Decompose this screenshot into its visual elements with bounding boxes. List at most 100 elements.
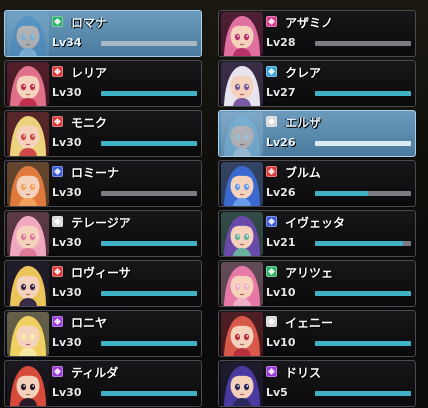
exp-bar	[315, 341, 411, 346]
character-name: モニク	[71, 116, 108, 130]
character-card-2[interactable]: レリア Lv30	[4, 60, 202, 107]
character-level: Lv28	[266, 36, 296, 49]
character-name: アリツェ	[285, 266, 334, 280]
exp-bar-fill	[315, 191, 368, 196]
exp-bar	[315, 141, 411, 146]
character-name: テレージア	[71, 216, 131, 230]
character-card-3[interactable]: エルザ Lv26	[218, 110, 416, 157]
character-level: Lv30	[52, 336, 82, 349]
character-name: クレア	[285, 66, 322, 80]
character-portrait	[7, 262, 49, 306]
exp-bar-fill	[315, 341, 411, 346]
exp-bar	[101, 291, 197, 296]
character-level: Lv10	[266, 336, 296, 349]
character-level: Lv26	[266, 186, 296, 199]
fire-icon	[52, 66, 63, 77]
wind-icon	[266, 266, 277, 277]
character-portrait	[221, 312, 263, 356]
exp-bar	[315, 41, 411, 46]
character-portrait	[221, 362, 263, 406]
exp-bar	[101, 391, 197, 396]
character-name: ロマナ	[71, 16, 108, 30]
fire-icon	[52, 266, 63, 277]
character-level: Lv34	[52, 36, 82, 49]
light-icon	[266, 116, 277, 127]
dark-icon	[52, 316, 63, 327]
character-portrait	[7, 312, 49, 356]
fire-icon	[266, 16, 277, 27]
character-portrait	[221, 62, 263, 106]
character-name: ティルダ	[71, 366, 119, 380]
character-level: Lv21	[266, 236, 296, 249]
character-name: ブルム	[285, 166, 321, 180]
character-portrait	[7, 362, 49, 406]
character-card-7[interactable]: ロニヤ Lv30	[4, 310, 202, 357]
water-icon	[266, 66, 277, 77]
character-card-6[interactable]: アリツェ Lv10	[218, 260, 416, 307]
character-name: ロミーナ	[71, 166, 120, 180]
character-portrait	[7, 162, 49, 206]
character-card-1[interactable]: ロマナ Lv34	[4, 10, 202, 57]
character-card-6[interactable]: ロヴィーサ Lv30	[4, 260, 202, 307]
exp-bar	[101, 41, 197, 46]
exp-bar	[101, 91, 197, 96]
character-portrait	[7, 12, 49, 56]
exp-bar	[315, 191, 411, 196]
exp-bar	[101, 241, 197, 246]
character-level: Lv30	[52, 86, 82, 99]
character-level: Lv30	[52, 136, 82, 149]
roster-column-right: アザミノ Lv28 クレア Lv27 エルザ Lv26 ブルム Lv26 イヴェ…	[218, 10, 416, 408]
light-icon	[52, 216, 63, 227]
character-card-8[interactable]: ティルダ Lv30	[4, 360, 202, 407]
character-card-5[interactable]: テレージア Lv30	[4, 210, 202, 257]
character-level: Lv30	[52, 186, 82, 199]
exp-bar-fill	[101, 291, 197, 296]
exp-bar	[315, 291, 411, 296]
dark-icon	[52, 366, 63, 377]
light-icon	[266, 316, 277, 327]
character-portrait	[7, 112, 49, 156]
character-portrait	[221, 212, 263, 256]
character-portrait	[221, 162, 263, 206]
character-level: Lv26	[266, 136, 296, 149]
exp-bar-fill	[315, 91, 411, 96]
exp-bar-fill	[101, 341, 197, 346]
character-portrait	[221, 112, 263, 156]
wind-icon	[52, 16, 63, 27]
character-name: エルザ	[285, 116, 322, 130]
character-name: ドリス	[285, 366, 322, 380]
character-name: イェニー	[285, 316, 334, 330]
exp-bar	[315, 391, 411, 396]
character-portrait	[7, 212, 49, 256]
exp-bar-fill	[101, 241, 197, 246]
water-icon	[52, 166, 63, 177]
character-card-7[interactable]: イェニー Lv10	[218, 310, 416, 357]
character-portrait	[221, 12, 263, 56]
character-level: Lv27	[266, 86, 296, 99]
exp-bar	[101, 341, 197, 346]
character-name: ロヴィーサ	[71, 266, 131, 280]
character-card-2[interactable]: クレア Lv27	[218, 60, 416, 107]
exp-bar	[315, 91, 411, 96]
character-card-1[interactable]: アザミノ Lv28	[218, 10, 416, 57]
character-level: Lv30	[52, 286, 82, 299]
exp-bar-fill	[101, 91, 197, 96]
fire-icon	[266, 166, 277, 177]
exp-bar-fill	[315, 141, 411, 146]
character-portrait	[7, 62, 49, 106]
character-card-5[interactable]: イヴェッタ Lv21	[218, 210, 416, 257]
exp-bar-fill	[315, 241, 404, 246]
character-name: イヴェッタ	[285, 216, 346, 230]
exp-bar	[315, 241, 411, 246]
water-icon	[266, 216, 277, 227]
exp-bar-fill	[101, 141, 197, 146]
exp-bar-fill	[101, 391, 197, 396]
character-card-4[interactable]: ロミーナ Lv30	[4, 160, 202, 207]
character-level: Lv10	[266, 286, 296, 299]
character-name: ロニヤ	[71, 316, 108, 330]
character-card-3[interactable]: モニク Lv30	[4, 110, 202, 157]
exp-bar	[101, 141, 197, 146]
character-card-4[interactable]: ブルム Lv26	[218, 160, 416, 207]
exp-bar	[101, 191, 197, 196]
character-card-8[interactable]: ドリス Lv5	[218, 360, 416, 407]
